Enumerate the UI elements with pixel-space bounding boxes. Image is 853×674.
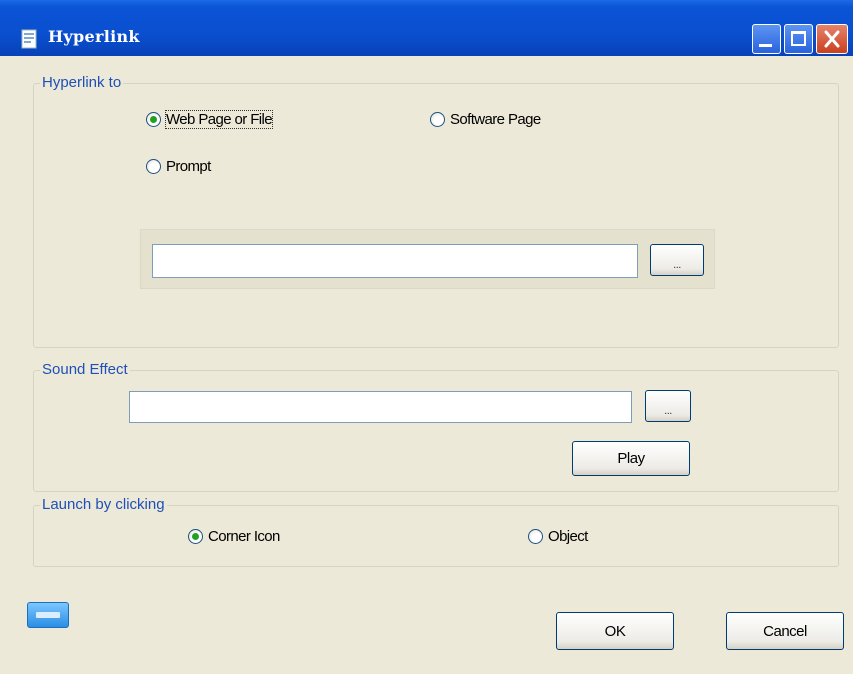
browse-sound-label: ... [664,405,672,417]
launch-by-clicking-group [33,505,839,567]
hyperlink-dialog: Hyperlink Hyperlink to Web Page or File … [0,0,853,674]
title-bar[interactable]: Hyperlink [0,0,853,56]
play-label: Play [617,450,645,467]
ok-button[interactable]: OK [556,612,674,650]
cancel-label: Cancel [763,622,807,640]
path-input[interactable] [152,244,638,278]
keyboard-icon[interactable] [27,602,69,628]
radio-web-page-or-file-label: Web Page or File [164,110,274,129]
cancel-button[interactable]: Cancel [726,612,844,650]
radio-software-page[interactable]: Software Page [430,111,541,128]
maximize-button[interactable] [784,24,813,54]
radio-unchecked-icon [146,159,161,174]
browse-sound-button[interactable]: ... [645,390,691,422]
play-button[interactable]: Play [572,441,690,476]
browse-path-button[interactable]: ... [650,244,704,276]
radio-object[interactable]: Object [528,528,588,545]
window-title: Hyperlink [48,27,140,46]
minimize-button[interactable] [752,24,781,54]
radio-prompt[interactable]: Prompt [146,158,211,175]
maximize-icon [791,31,806,46]
document-icon [21,29,37,49]
radio-corner-icon-label: Corner Icon [208,528,280,545]
radio-unchecked-icon [430,112,445,127]
radio-unchecked-icon [528,529,543,544]
radio-checked-icon [146,112,161,127]
close-icon [824,30,840,48]
minimize-icon [759,44,772,47]
radio-object-label: Object [548,528,588,545]
radio-checked-icon [188,529,203,544]
ok-label: OK [604,622,626,640]
radio-software-page-label: Software Page [450,111,541,128]
hyperlink-to-legend: Hyperlink to [40,74,124,92]
radio-prompt-label: Prompt [166,158,211,175]
launch-by-clicking-legend: Launch by clicking [40,496,167,514]
sound-effect-group [33,370,839,492]
sound-file-input[interactable] [129,391,632,423]
radio-corner-icon[interactable]: Corner Icon [188,528,280,545]
radio-web-page-or-file[interactable]: Web Page or File [146,110,274,129]
close-button[interactable] [816,24,848,54]
browse-path-label: ... [673,259,681,271]
sound-effect-legend: Sound Effect [40,361,130,379]
